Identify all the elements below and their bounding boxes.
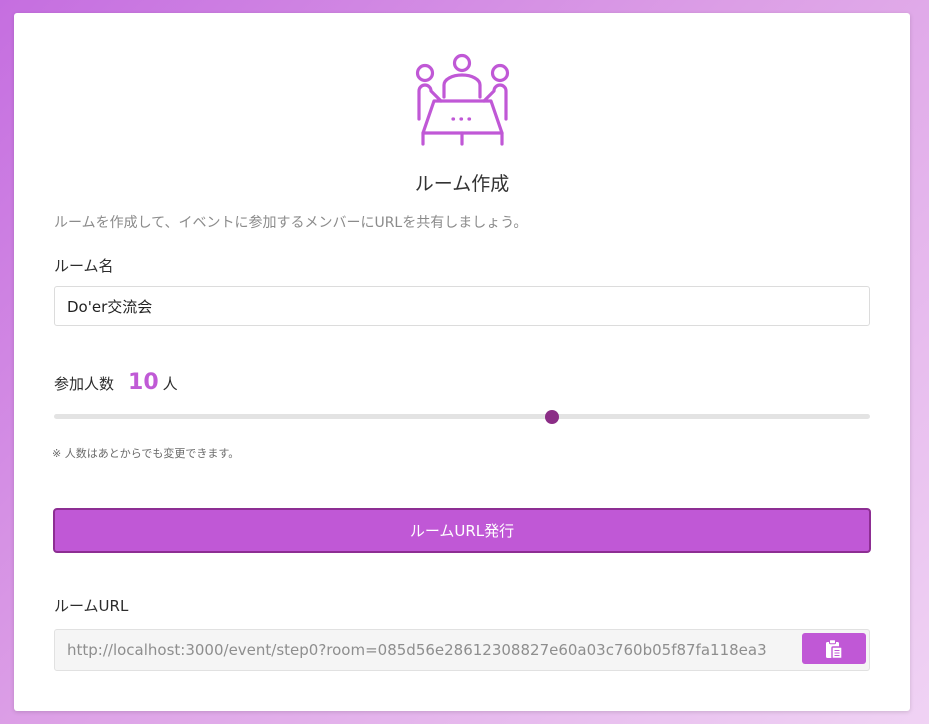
page-title: ルーム作成 [414,173,510,195]
participant-count-unit: 人 [162,375,178,393]
clipboard-icon [826,638,843,659]
participant-count-label: 参加人数 [54,375,115,393]
issue-room-url-button[interactable]: ルームURL発行 [53,508,871,553]
participant-note: ※ 人数はあとからでも変更できます。 [52,447,240,460]
room-create-card: ルーム作成 ルームを作成して、イベントに参加するメンバーにURLを共有しましょう… [14,13,910,711]
participant-count-slider[interactable] [54,410,870,424]
room-url-field[interactable]: http://localhost:3000/event/step0?room=0… [54,629,870,671]
room-name-input[interactable] [54,286,870,326]
participant-count-row: 参加人数 10 人 [54,370,178,400]
slider-thumb[interactable] [544,410,559,424]
participant-count-value: 10 [128,370,159,395]
room-url-text[interactable]: http://localhost:3000/event/step0?room=0… [67,630,807,670]
page-description: ルームを作成して、イベントに参加するメンバーにURLを共有しましょう。 [54,215,528,231]
meeting-table-icon [415,53,510,146]
copy-url-button[interactable] [802,633,866,664]
room-url-label: ルームURL [54,597,129,615]
room-name-label: ルーム名 [54,257,114,275]
